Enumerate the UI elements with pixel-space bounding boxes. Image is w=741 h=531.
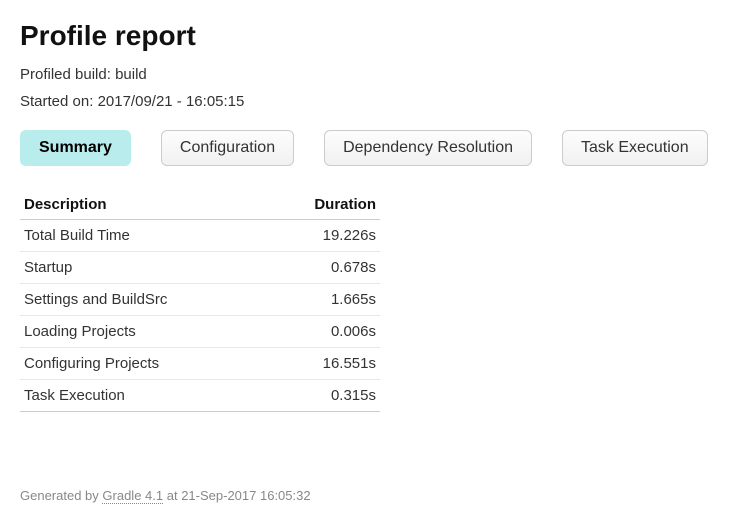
cell-duration: 16.551s (267, 348, 380, 380)
cell-description: Total Build Time (20, 220, 267, 252)
table-row: Startup 0.678s (20, 252, 380, 284)
profiled-build-label: Profiled build: (20, 66, 111, 83)
cell-duration: 0.315s (267, 380, 380, 412)
table-row: Task Execution 0.315s (20, 380, 380, 412)
cell-duration: 0.006s (267, 316, 380, 348)
tab-bar: Summary Configuration Dependency Resolut… (20, 130, 721, 166)
tab-summary[interactable]: Summary (20, 130, 131, 166)
col-header-duration: Duration (267, 190, 380, 220)
col-header-description: Description (20, 190, 267, 220)
cell-duration: 1.665s (267, 284, 380, 316)
footer-at: at (167, 488, 178, 503)
footer: Generated by Gradle 4.1 at 21-Sep-2017 1… (20, 488, 721, 503)
summary-table: Description Duration Total Build Time 19… (20, 190, 380, 412)
cell-description: Configuring Projects (20, 348, 267, 380)
profiled-build-line: Profiled build: build (20, 66, 721, 83)
cell-description: Loading Projects (20, 316, 267, 348)
started-on-label: Started on: (20, 93, 93, 110)
started-on-value: 2017/09/21 - 16:05:15 (98, 93, 245, 110)
footer-timestamp: 21-Sep-2017 16:05:32 (181, 488, 310, 503)
table-row: Loading Projects 0.006s (20, 316, 380, 348)
table-row: Settings and BuildSrc 1.665s (20, 284, 380, 316)
table-row: Total Build Time 19.226s (20, 220, 380, 252)
footer-generated-by: Generated by (20, 488, 99, 503)
cell-description: Settings and BuildSrc (20, 284, 267, 316)
cell-duration: 19.226s (267, 220, 380, 252)
tab-task-execution[interactable]: Task Execution (562, 130, 708, 166)
started-on-line: Started on: 2017/09/21 - 16:05:15 (20, 93, 721, 110)
cell-description: Task Execution (20, 380, 267, 412)
profiled-build-value: build (115, 66, 147, 83)
page-title: Profile report (20, 20, 721, 52)
table-row: Configuring Projects 16.551s (20, 348, 380, 380)
cell-duration: 0.678s (267, 252, 380, 284)
tab-configuration[interactable]: Configuration (161, 130, 294, 166)
gradle-link[interactable]: Gradle 4.1 (102, 488, 163, 504)
cell-description: Startup (20, 252, 267, 284)
tab-dependency-resolution[interactable]: Dependency Resolution (324, 130, 532, 166)
